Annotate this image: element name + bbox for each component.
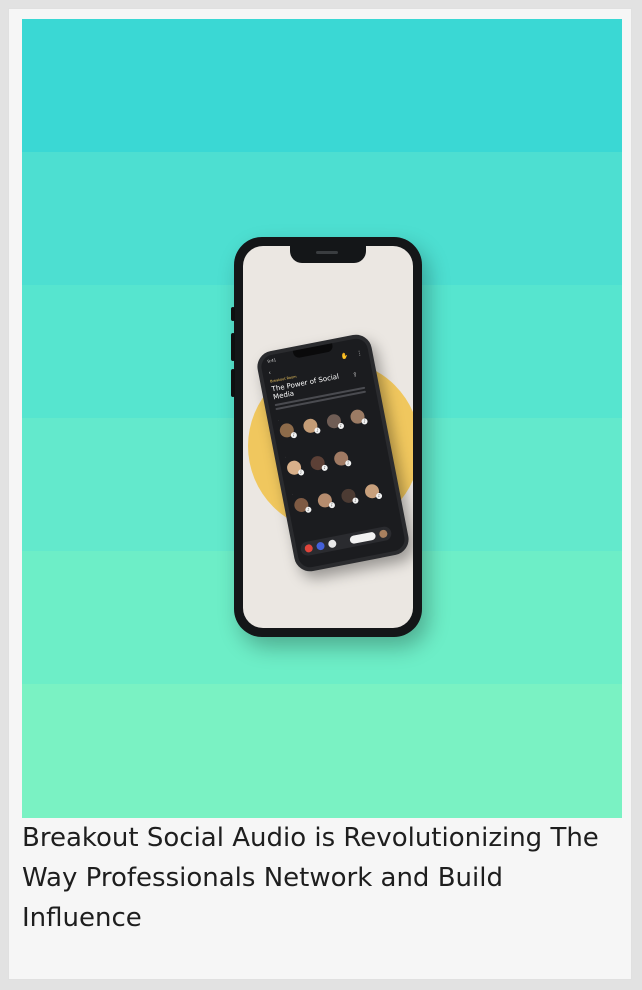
avatar: ♪	[363, 483, 383, 500]
audience-section-label: ·	[291, 492, 294, 497]
phone-mockup: 9:41 ‹ ✋ ⋮ Breakout Room The Power of So…	[231, 237, 422, 637]
status-time: 9:41	[266, 357, 277, 364]
avatar: ♪	[285, 459, 305, 476]
avatar: ♪	[325, 413, 345, 430]
phone-side-button	[231, 369, 235, 397]
share-icon: ⇪	[351, 370, 359, 379]
speakers-section-label: ·	[277, 418, 280, 423]
phone-side-button	[231, 333, 235, 361]
room-controls	[299, 525, 393, 557]
avatar	[378, 529, 389, 539]
reactions-pill	[349, 531, 377, 545]
avatar: ♪	[333, 450, 352, 467]
listeners-section-label: ·	[284, 455, 287, 460]
background-band	[22, 19, 622, 153]
avatar: ♪	[349, 408, 369, 425]
article-title[interactable]: Breakout Social Audio is Revolutionizing…	[22, 818, 622, 938]
more-icon: ⋮	[355, 349, 364, 358]
leave-icon	[304, 543, 314, 554]
chat-icon	[327, 539, 338, 549]
mic-icon	[315, 541, 326, 551]
back-arrow-icon: ‹	[267, 369, 272, 377]
hero-image[interactable]: 9:41 ‹ ✋ ⋮ Breakout Room The Power of So…	[22, 19, 622, 819]
avatar: ♪	[316, 492, 336, 509]
avatar: ♪	[340, 487, 360, 505]
background-band	[22, 684, 622, 818]
avatar: ♪	[309, 454, 329, 472]
phone-screen: 9:41 ‹ ✋ ⋮ Breakout Room The Power of So…	[243, 246, 413, 628]
raise-hand-icon: ✋	[340, 352, 349, 361]
avatar: ♪	[293, 496, 312, 514]
avatar: ♪	[302, 417, 321, 435]
phone-notch	[290, 246, 366, 263]
avatar: ♪	[278, 422, 298, 439]
phone-side-button	[231, 307, 235, 321]
app-screenshot: 9:41 ‹ ✋ ⋮ Breakout Room The Power of So…	[254, 331, 412, 575]
